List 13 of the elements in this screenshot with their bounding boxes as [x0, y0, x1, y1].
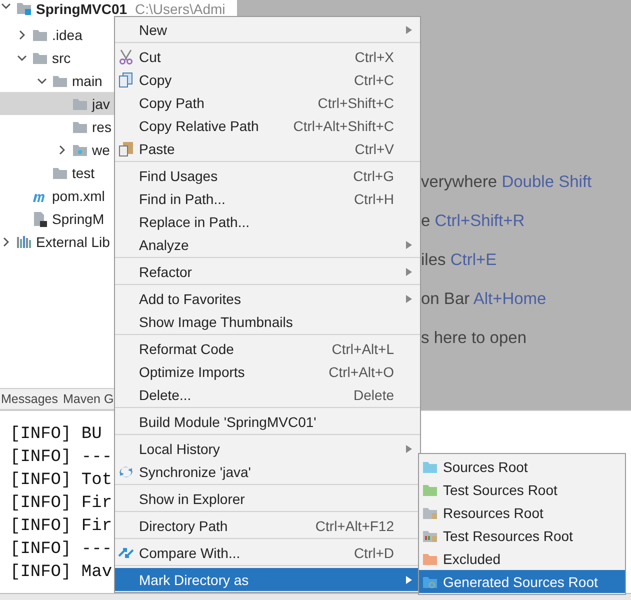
console-line: [INFO] --- [10, 447, 112, 469]
editor-hint: iles Ctrl+E [421, 250, 498, 271]
editor-hint: e Ctrl+Shift+R [421, 211, 526, 232]
project-path: C:\Users\Admi [135, 1, 226, 17]
editor-hint: verywhere Double Shift [421, 172, 593, 193]
console-line: [INFO] Fir [10, 493, 112, 515]
console-line: [INFO] Fir [10, 516, 112, 538]
editor-hint: on Bar Alt+Home [421, 289, 548, 310]
console-line: [INFO] BU [10, 424, 102, 446]
editor-hint: s here to open [421, 328, 528, 349]
console-line: [INFO] Mav [10, 562, 112, 584]
console-line: [INFO] --- [10, 539, 112, 561]
console-line: [INFO] Tot [10, 470, 112, 492]
